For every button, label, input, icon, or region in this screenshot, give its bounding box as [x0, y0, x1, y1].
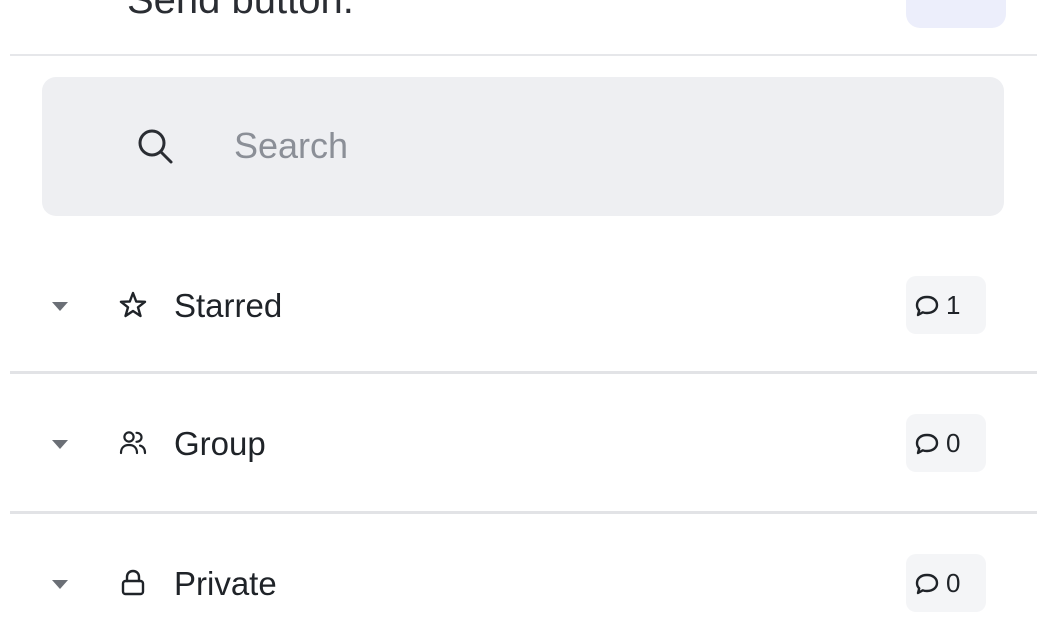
search-input[interactable]: [234, 121, 934, 171]
section-group[interactable]: Group 0: [0, 412, 1037, 478]
message-count: 0: [946, 428, 961, 458]
section-divider: [10, 511, 1037, 514]
message-count: 0: [946, 568, 961, 598]
chevron-down-icon[interactable]: [52, 440, 68, 449]
previous-message-fragment: Send button.: [0, 0, 1037, 56]
section-divider: [10, 371, 1037, 374]
chevron-down-icon[interactable]: [52, 302, 68, 311]
section-starred[interactable]: Starred 1: [0, 274, 1037, 340]
previous-message-text: Send button.: [127, 0, 354, 22]
group-icon: [119, 431, 147, 455]
chevron-down-icon[interactable]: [52, 580, 68, 589]
section-private[interactable]: Private 0: [0, 552, 1037, 618]
star-icon: [119, 291, 147, 318]
section-label-private: Private: [174, 565, 277, 602]
conversation-sidebar: Send button. Starred 1: [0, 0, 1037, 639]
search-icon: [138, 129, 173, 164]
top-divider: [10, 54, 1037, 56]
message-count-badge: 0: [906, 554, 986, 612]
section-label-starred: Starred: [174, 287, 283, 324]
section-label-group: Group: [174, 425, 266, 462]
message-count: 1: [946, 290, 961, 320]
chat-bubble-icon: [915, 573, 939, 595]
message-count-badge: 0: [906, 414, 986, 472]
message-count-badge: 1: [906, 276, 986, 334]
chat-bubble-icon: [915, 295, 939, 317]
lock-icon: [121, 569, 145, 596]
previous-message-action-pill[interactable]: [906, 0, 1006, 28]
chat-bubble-icon: [915, 433, 939, 455]
search-box[interactable]: [42, 77, 1004, 216]
